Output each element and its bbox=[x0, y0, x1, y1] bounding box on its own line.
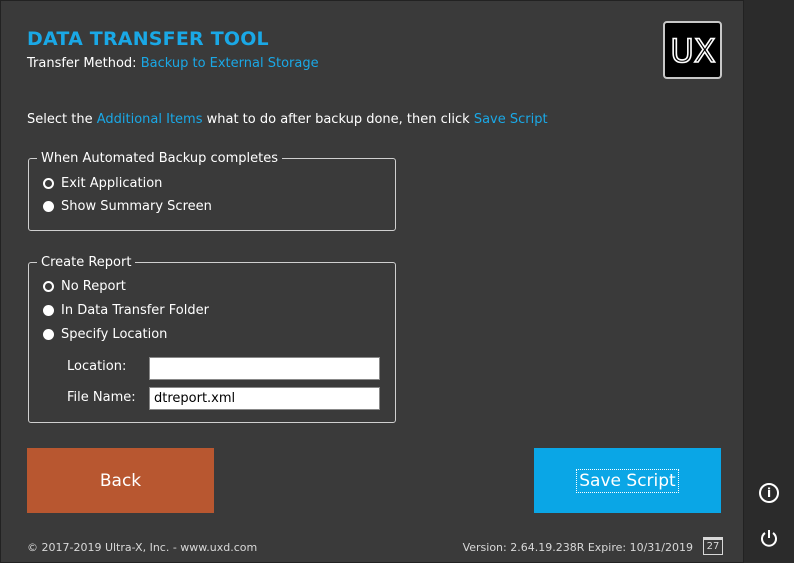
location-input[interactable] bbox=[149, 357, 380, 380]
create-report-legend: Create Report bbox=[41, 255, 132, 270]
back-button-label: Back bbox=[99, 470, 142, 491]
backup-complete-group: When Automated Backup completes bbox=[28, 151, 396, 231]
radio-label: In Data Transfer Folder bbox=[61, 303, 209, 318]
save-script-button-label: Save Script bbox=[576, 468, 679, 493]
radio-show-summary[interactable]: Show Summary Screen bbox=[43, 199, 212, 214]
app-title: DATA TRANSFER TOOL bbox=[27, 28, 269, 50]
radio-exit-application[interactable]: Exit Application bbox=[43, 176, 162, 191]
backup-complete-legend: When Automated Backup completes bbox=[41, 151, 279, 166]
version-text: Version: 2.64.19.238R Expire: 10/31/2019 bbox=[462, 541, 693, 554]
radio-unselected-icon[interactable] bbox=[43, 201, 54, 212]
radio-label: Specify Location bbox=[61, 327, 168, 342]
radio-label: Show Summary Screen bbox=[61, 199, 212, 214]
power-icon[interactable] bbox=[759, 528, 779, 548]
radio-no-report[interactable]: No Report bbox=[43, 279, 126, 294]
instruction-save-script: Save Script bbox=[473, 112, 548, 127]
calendar-icon[interactable]: 27 bbox=[703, 537, 723, 555]
radio-selected-icon[interactable] bbox=[43, 281, 54, 292]
transfer-method: Transfer Method: Backup to External Stor… bbox=[27, 56, 319, 71]
radio-label: No Report bbox=[61, 279, 126, 294]
logo-text: UX bbox=[670, 32, 715, 70]
radio-specify-location[interactable]: Specify Location bbox=[43, 327, 167, 342]
transfer-method-label: Transfer Method: bbox=[27, 56, 141, 71]
instruction-additional-items: Additional Items bbox=[96, 112, 203, 127]
radio-unselected-icon[interactable] bbox=[43, 329, 54, 340]
ux-logo: UX bbox=[663, 21, 722, 79]
save-script-button[interactable]: Save Script bbox=[534, 448, 721, 513]
radio-selected-icon[interactable] bbox=[43, 178, 54, 189]
filename-input[interactable] bbox=[149, 387, 380, 410]
instruction-text: Select the Additional Items what to do a… bbox=[27, 112, 548, 127]
copyright-text: © 2017-2019 Ultra-X, Inc. - www.uxd.com bbox=[27, 541, 258, 554]
radio-in-data-transfer-folder[interactable]: In Data Transfer Folder bbox=[43, 303, 209, 318]
instruction-part1: Select the bbox=[27, 112, 97, 127]
side-bar bbox=[744, 0, 794, 563]
radio-unselected-icon[interactable] bbox=[43, 305, 54, 316]
ux-logo-mark: UX bbox=[669, 31, 716, 70]
back-button[interactable]: Back bbox=[27, 448, 214, 513]
main-panel: DATA TRANSFER TOOL Transfer Method: Back… bbox=[0, 0, 744, 563]
instruction-part2: what to do after backup done, then click bbox=[202, 112, 474, 127]
filename-label: File Name: bbox=[67, 390, 136, 405]
transfer-method-value: Backup to External Storage bbox=[140, 56, 319, 71]
radio-label: Exit Application bbox=[61, 176, 163, 191]
info-icon[interactable]: i bbox=[759, 483, 779, 503]
location-label: Location: bbox=[67, 359, 127, 374]
power-icon-glyph[interactable] bbox=[759, 528, 779, 548]
